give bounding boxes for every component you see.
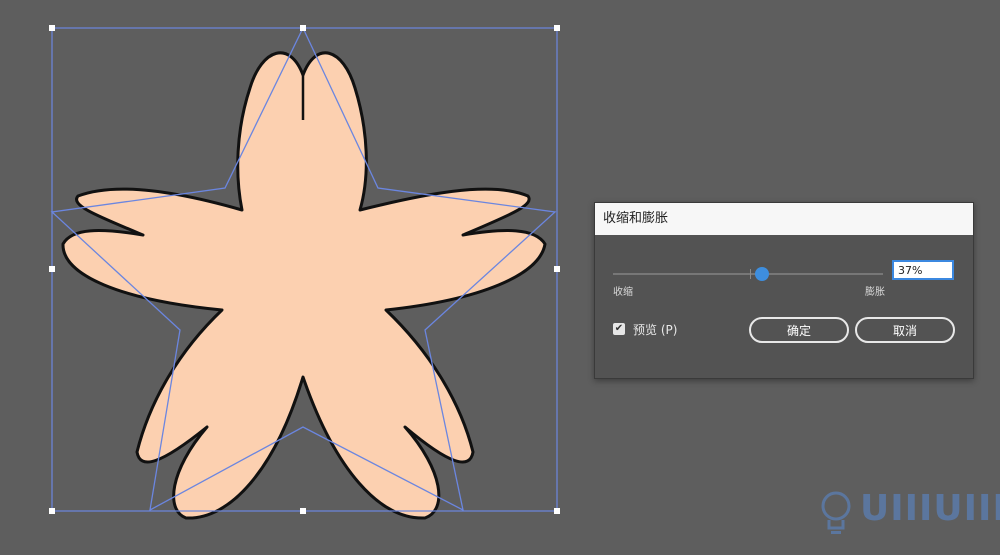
checkmark-icon: ✔ xyxy=(614,323,624,334)
amount-input[interactable] xyxy=(892,260,954,280)
lightbulb-icon xyxy=(821,491,851,534)
preview-label: 预览 (P) xyxy=(633,322,678,337)
watermark-logo: UIIIUIII xyxy=(818,488,1000,548)
amount-slider[interactable] xyxy=(613,267,883,281)
dialog-title: 收缩和膨胀 xyxy=(595,203,973,235)
handle-top-left xyxy=(49,25,55,31)
handle-top-right xyxy=(554,25,560,31)
ok-button[interactable]: 确定 xyxy=(749,317,849,343)
slider-track[interactable] xyxy=(613,273,883,275)
handle-top-center xyxy=(300,25,306,31)
pucker-bloat-dialog: 收缩和膨胀 收缩 膨胀 ✔ 预览 (P) 确定 取消 xyxy=(594,202,974,379)
preview-option[interactable]: ✔ 预览 (P) xyxy=(613,321,677,337)
slider-thumb[interactable] xyxy=(754,267,769,281)
cancel-button[interactable]: 取消 xyxy=(855,317,955,343)
preview-checkbox[interactable]: ✔ xyxy=(613,323,625,335)
slider-max-label: 膨胀 xyxy=(865,287,885,298)
handle-middle-right xyxy=(554,266,560,272)
flower-shape[interactable] xyxy=(61,51,547,520)
slider-center-tick xyxy=(750,269,751,279)
handle-bottom-left xyxy=(49,508,55,514)
handle-bottom-right xyxy=(554,508,560,514)
slider-min-label: 收缩 xyxy=(613,287,633,298)
handle-middle-left xyxy=(49,266,55,272)
watermark-text: UIIIUIII xyxy=(860,488,1000,529)
handle-bottom-center xyxy=(300,508,306,514)
